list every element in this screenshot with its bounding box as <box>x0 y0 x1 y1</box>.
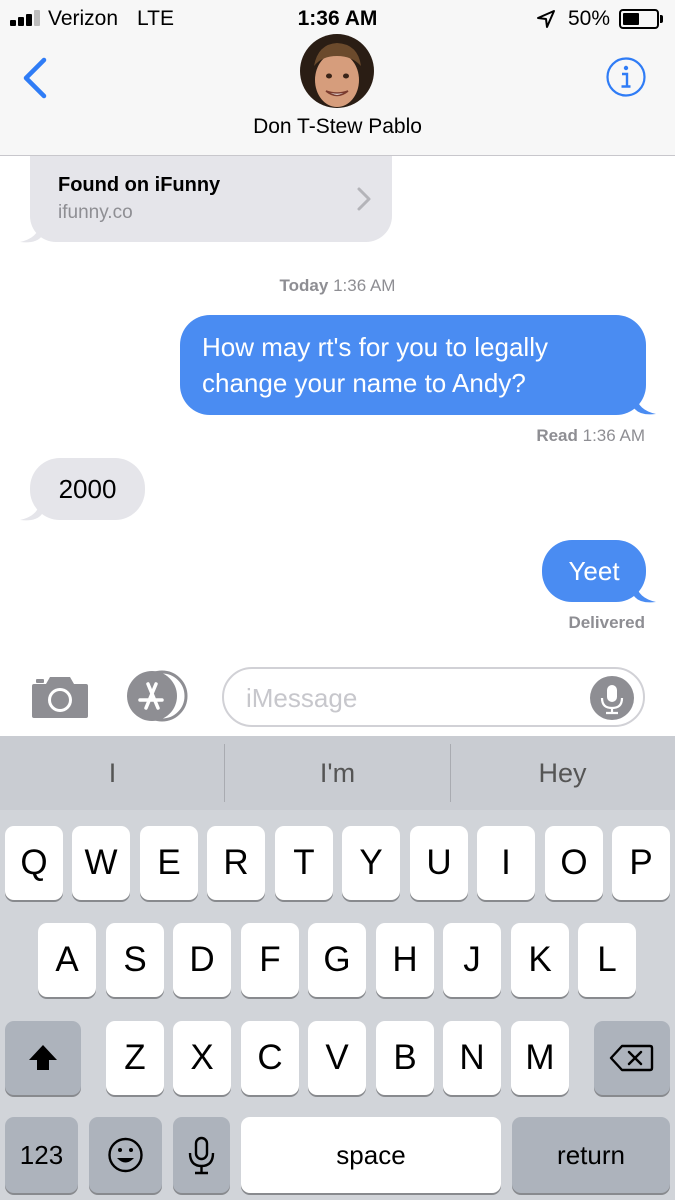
key-a[interactable]: A <box>38 923 96 997</box>
app-store-icon[interactable] <box>124 670 192 722</box>
key-d[interactable]: D <box>173 923 231 997</box>
key-w[interactable]: W <box>72 826 130 900</box>
predictive-text-bar: I I'm Hey <box>0 736 675 810</box>
key-s[interactable]: S <box>106 923 164 997</box>
key-n[interactable]: N <box>443 1021 501 1095</box>
key-x[interactable]: X <box>173 1021 231 1095</box>
delivered-status: Delivered <box>568 613 645 632</box>
key-z[interactable]: Z <box>106 1021 164 1095</box>
bubble-tail <box>634 584 656 603</box>
bubble-tail <box>634 396 656 415</box>
backspace-key[interactable] <box>594 1021 670 1095</box>
microphone-icon[interactable] <box>590 676 634 720</box>
outgoing-message-bubble[interactable]: How may rt's for you to legally change y… <box>180 315 646 415</box>
status-bar: Verizon LTE 1:36 AM 50% <box>0 0 675 38</box>
shift-icon <box>29 1045 57 1070</box>
key-o[interactable]: O <box>545 826 603 900</box>
bubble-tail <box>20 224 42 243</box>
camera-icon[interactable] <box>30 672 90 720</box>
key-p[interactable]: P <box>612 826 670 900</box>
keyboard: I I'm Hey Q W E R T Y U I O P A S D F G … <box>0 736 675 1200</box>
dictation-icon <box>188 1136 215 1175</box>
dictation-key[interactable] <box>173 1117 230 1193</box>
link-preview-url: ifunny.co <box>58 202 133 223</box>
shift-key[interactable] <box>5 1021 81 1095</box>
key-f[interactable]: F <box>241 923 299 997</box>
key-b[interactable]: B <box>376 1021 434 1095</box>
incoming-message-bubble[interactable]: 2000 <box>30 458 145 520</box>
contact-name[interactable]: Don T-Stew Pablo <box>0 115 675 139</box>
battery-icon <box>619 9 659 29</box>
numbers-key[interactable]: 123 <box>5 1117 78 1193</box>
location-arrow-icon <box>537 10 555 28</box>
key-u[interactable]: U <box>410 826 468 900</box>
key-t[interactable]: T <box>275 826 333 900</box>
return-key[interactable]: return <box>512 1117 670 1193</box>
backspace-icon <box>609 1044 654 1072</box>
key-k[interactable]: K <box>511 923 569 997</box>
key-e[interactable]: E <box>140 826 198 900</box>
key-q[interactable]: Q <box>5 826 63 900</box>
key-l[interactable]: L <box>578 923 636 997</box>
link-preview-title: Found on iFunny <box>58 174 221 196</box>
imessage-input[interactable]: iMessage <box>222 667 645 727</box>
contact-avatar[interactable] <box>300 34 374 108</box>
back-chevron-icon[interactable] <box>18 56 52 100</box>
key-v[interactable]: V <box>308 1021 366 1095</box>
key-m[interactable]: M <box>511 1021 569 1095</box>
link-preview-card[interactable]: Found on iFunny ifunny.co <box>30 156 392 242</box>
chevron-right-icon <box>357 187 371 211</box>
suggestion-1[interactable]: I <box>0 736 225 810</box>
key-y[interactable]: Y <box>342 826 400 900</box>
key-i[interactable]: I <box>477 826 535 900</box>
key-g[interactable]: G <box>308 923 366 997</box>
key-j[interactable]: J <box>443 923 501 997</box>
conversation-timestamp: Today 1:36 AM <box>279 276 396 295</box>
bubble-tail <box>20 502 42 521</box>
battery-percent: 50% <box>568 7 611 30</box>
key-r[interactable]: R <box>207 826 265 900</box>
info-icon[interactable] <box>605 56 647 98</box>
emoji-icon <box>108 1137 143 1173</box>
space-key[interactable]: space <box>241 1117 501 1193</box>
key-h[interactable]: H <box>376 923 434 997</box>
key-c[interactable]: C <box>241 1021 299 1095</box>
suggestion-3[interactable]: Hey <box>450 736 675 810</box>
suggestion-2[interactable]: I'm <box>225 736 450 810</box>
imessage-placeholder: iMessage <box>246 683 358 713</box>
outgoing-message-bubble[interactable]: Yeet <box>542 540 646 602</box>
read-receipt: Read 1:36 AM <box>536 426 645 445</box>
emoji-key[interactable] <box>89 1117 162 1193</box>
